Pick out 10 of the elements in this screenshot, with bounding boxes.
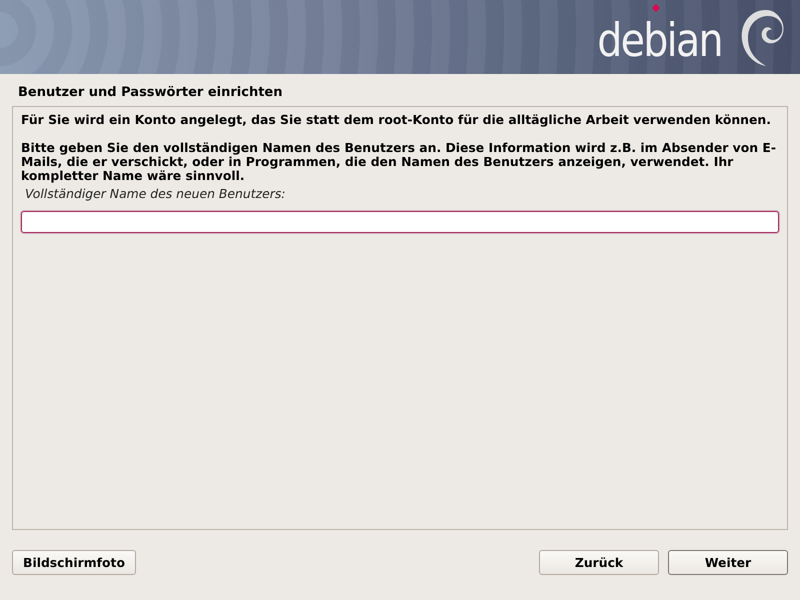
name-input-field[interactable] [21, 211, 779, 233]
field-label: Vollständiger Name des neuen Benutzers: [25, 187, 286, 201]
paragraph: Bitte geben Sie den vollständigen Namen des Benutzers an. Diese Information wird z.B. im Absender von E-Mails, die er verschickt, oder in Programmen, die den Namen des Benutzers anzeigen, verwendet. Ihr kompletter Name wäre sinnvoll. [21, 141, 777, 183]
paragraph: Für Sie wird ein Konto angelegt, das Sie statt dem root-Konto für die alltägliche Arbeit verwenden können. [21, 113, 772, 127]
logo-text: debian [597, 17, 722, 63]
dialog-button[interactable]: Weiter [668, 550, 788, 575]
dialog-button[interactable]: Bildschirmfoto [12, 550, 136, 575]
dialog-button[interactable]: Zurück [539, 550, 659, 575]
diamond-icon [652, 4, 660, 12]
page-title: Benutzer und Passwörter einrichten [17, 84, 284, 102]
